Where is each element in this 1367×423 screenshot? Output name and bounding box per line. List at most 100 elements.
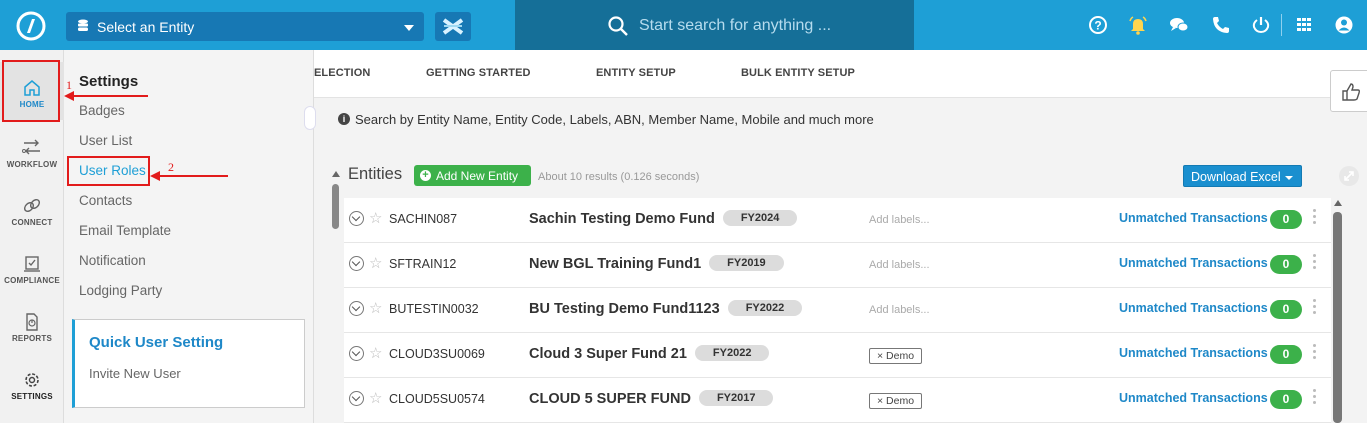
app-logo-icon[interactable] xyxy=(16,11,46,41)
unmatched-transactions-link[interactable]: Unmatched Transactions xyxy=(1119,256,1268,270)
fy-badge: FY2017 xyxy=(698,390,774,406)
table-row[interactable]: ☆ SFTRAIN12 New BGL Training Fund1 FY2019… xyxy=(344,243,1331,288)
rail-item-workflow[interactable]: WORKFLOW xyxy=(0,130,64,188)
help-icon[interactable]: ? xyxy=(1088,15,1108,35)
right-scrollbar-thumb[interactable] xyxy=(1333,212,1342,423)
expand-row-icon[interactable] xyxy=(349,391,364,406)
bell-icon[interactable] xyxy=(1128,15,1148,35)
more-options-icon[interactable] xyxy=(1313,299,1317,319)
xero-sync-button[interactable] xyxy=(435,12,471,41)
table-row[interactable]: ☆ BUTESTIN0032 BU Testing Demo Fund1123 F… xyxy=(344,288,1331,333)
caret-down-icon xyxy=(404,25,414,31)
annotation-box-user-roles xyxy=(67,156,150,186)
scroll-up-arrow-icon[interactable] xyxy=(1334,200,1342,206)
topbar-divider xyxy=(1281,14,1282,36)
fund-name-text: CLOUD 5 SUPER FUND xyxy=(529,391,691,407)
main-content: ELECTION GETTING STARTED ENTITY SETUP BU… xyxy=(304,50,1367,423)
plus-icon: + xyxy=(420,170,431,181)
settings-item-notification[interactable]: Notification xyxy=(79,253,146,268)
global-search[interactable]: Start search for anything ... xyxy=(515,0,914,50)
rail-item-connect[interactable]: CONNECT xyxy=(0,188,64,246)
entities-table: ☆ SACHIN087 Sachin Testing Demo Fund FY20… xyxy=(344,198,1331,423)
expand-row-icon[interactable] xyxy=(349,256,364,271)
download-excel-button[interactable]: Download Excel xyxy=(1183,165,1302,187)
fund-name-text: BU Testing Demo Fund1123 xyxy=(529,301,720,317)
app-window: Select an Entity Start search for anythi… xyxy=(0,0,1367,423)
star-icon[interactable]: ☆ xyxy=(369,209,382,227)
database-icon xyxy=(78,19,88,31)
entities-title: Entities xyxy=(348,165,403,183)
left-scrollbar-thumb[interactable] xyxy=(332,184,339,229)
grid-menu-icon[interactable] xyxy=(1294,15,1314,35)
fund-name-text: Sachin Testing Demo Fund xyxy=(529,211,715,227)
settings-item-badges[interactable]: Badges xyxy=(79,103,125,118)
right-scrollbar[interactable] xyxy=(1331,198,1345,423)
fund-name-text: New BGL Training Fund1 xyxy=(529,256,702,272)
rail-item-reports[interactable]: REPORTS xyxy=(0,304,64,362)
entity-select[interactable]: Select an Entity xyxy=(66,12,424,41)
settings-item-contacts[interactable]: Contacts xyxy=(79,193,132,208)
table-row[interactable]: ☆ CLOUD5SU0574 CLOUD 5 SUPER FUND FY2017 … xyxy=(344,378,1331,423)
tab-bulk-entity-setup[interactable]: BULK ENTITY SETUP xyxy=(741,67,855,79)
star-icon[interactable]: ☆ xyxy=(369,299,382,317)
more-options-icon[interactable] xyxy=(1313,254,1317,274)
unmatched-transactions-link[interactable]: Unmatched Transactions xyxy=(1119,391,1268,405)
fy-badge: FY2022 xyxy=(727,300,803,316)
rail-label-connect: CONNECT xyxy=(11,218,53,227)
add-new-entity-button[interactable]: + Add New Entity xyxy=(414,165,531,186)
fund-name[interactable]: CLOUD 5 SUPER FUND FY2017 xyxy=(529,390,774,407)
collapse-arrow-icon[interactable] xyxy=(332,171,340,177)
expand-row-icon[interactable] xyxy=(349,346,364,361)
expand-row-icon[interactable] xyxy=(349,301,364,316)
chat-icon[interactable] xyxy=(1169,15,1189,35)
fund-name[interactable]: Cloud 3 Super Fund 21 FY2022 xyxy=(529,345,770,362)
settings-panel: Settings Badges User List User Roles Con… xyxy=(64,50,314,423)
fund-name[interactable]: BU Testing Demo Fund1123 FY2022 xyxy=(529,300,803,317)
rail-label-reports: REPORTS xyxy=(11,334,53,343)
unmatched-transactions-link[interactable]: Unmatched Transactions xyxy=(1119,346,1268,360)
user-account-icon[interactable] xyxy=(1334,15,1354,35)
add-new-entity-label: Add New Entity xyxy=(436,169,519,183)
settings-item-user-list[interactable]: User List xyxy=(79,133,132,148)
tab-entity-setup[interactable]: ENTITY SETUP xyxy=(596,67,676,79)
settings-item-email-template[interactable]: Email Template xyxy=(79,223,171,238)
add-labels[interactable]: Add labels... xyxy=(869,304,930,316)
fund-name[interactable]: New BGL Training Fund1 FY2019 xyxy=(529,255,784,272)
add-labels[interactable]: Add labels... xyxy=(869,214,930,226)
table-row[interactable]: ☆ SACHIN087 Sachin Testing Demo Fund FY20… xyxy=(344,198,1331,243)
tab-getting-started[interactable]: GETTING STARTED xyxy=(426,67,531,79)
entity-select-label: Select an Entity xyxy=(97,19,195,35)
annotation-arrowhead-2 xyxy=(150,171,160,181)
top-bar: Select an Entity Start search for anythi… xyxy=(0,0,1367,50)
table-row[interactable]: ☆ CLOUD3SU0069 Cloud 3 Super Fund 21 FY20… xyxy=(344,333,1331,378)
settings-item-lodging-party[interactable]: Lodging Party xyxy=(79,283,162,298)
unmatched-count-badge: 0 xyxy=(1270,255,1302,274)
power-icon[interactable] xyxy=(1251,15,1271,35)
star-icon[interactable]: ☆ xyxy=(369,254,382,272)
annotation-number-2: 2 xyxy=(168,160,174,174)
label-tag[interactable]: × Demo xyxy=(869,348,923,364)
label-tag[interactable]: × Demo xyxy=(869,393,923,409)
expand-row-icon[interactable] xyxy=(349,211,364,226)
link-icon xyxy=(23,198,41,213)
report-icon xyxy=(26,313,38,331)
invite-new-user-link[interactable]: Invite New User xyxy=(89,366,181,381)
unmatched-transactions-link[interactable]: Unmatched Transactions xyxy=(1119,211,1268,225)
annotation-arrow-2 xyxy=(158,175,228,177)
more-options-icon[interactable] xyxy=(1313,209,1317,229)
star-icon[interactable]: ☆ xyxy=(369,389,382,407)
entity-code: BUTESTIN0032 xyxy=(389,302,479,316)
more-options-icon[interactable] xyxy=(1313,344,1317,364)
download-excel-label: Download Excel xyxy=(1191,170,1281,184)
rail-item-settings[interactable]: SETTINGS xyxy=(0,362,64,420)
fund-name[interactable]: Sachin Testing Demo Fund FY2024 xyxy=(529,210,798,227)
rail-item-compliance[interactable]: COMPLIANCE xyxy=(0,246,64,304)
more-options-icon[interactable] xyxy=(1313,389,1317,409)
tab-election[interactable]: ELECTION xyxy=(314,67,370,79)
phone-icon[interactable] xyxy=(1211,15,1231,35)
unmatched-transactions-link[interactable]: Unmatched Transactions xyxy=(1119,301,1268,315)
expand-icon[interactable] xyxy=(1339,166,1359,186)
add-labels[interactable]: Add labels... xyxy=(869,259,930,271)
entities-header: Entities + Add New Entity About 10 resul… xyxy=(332,165,1359,191)
star-icon[interactable]: ☆ xyxy=(369,344,382,362)
